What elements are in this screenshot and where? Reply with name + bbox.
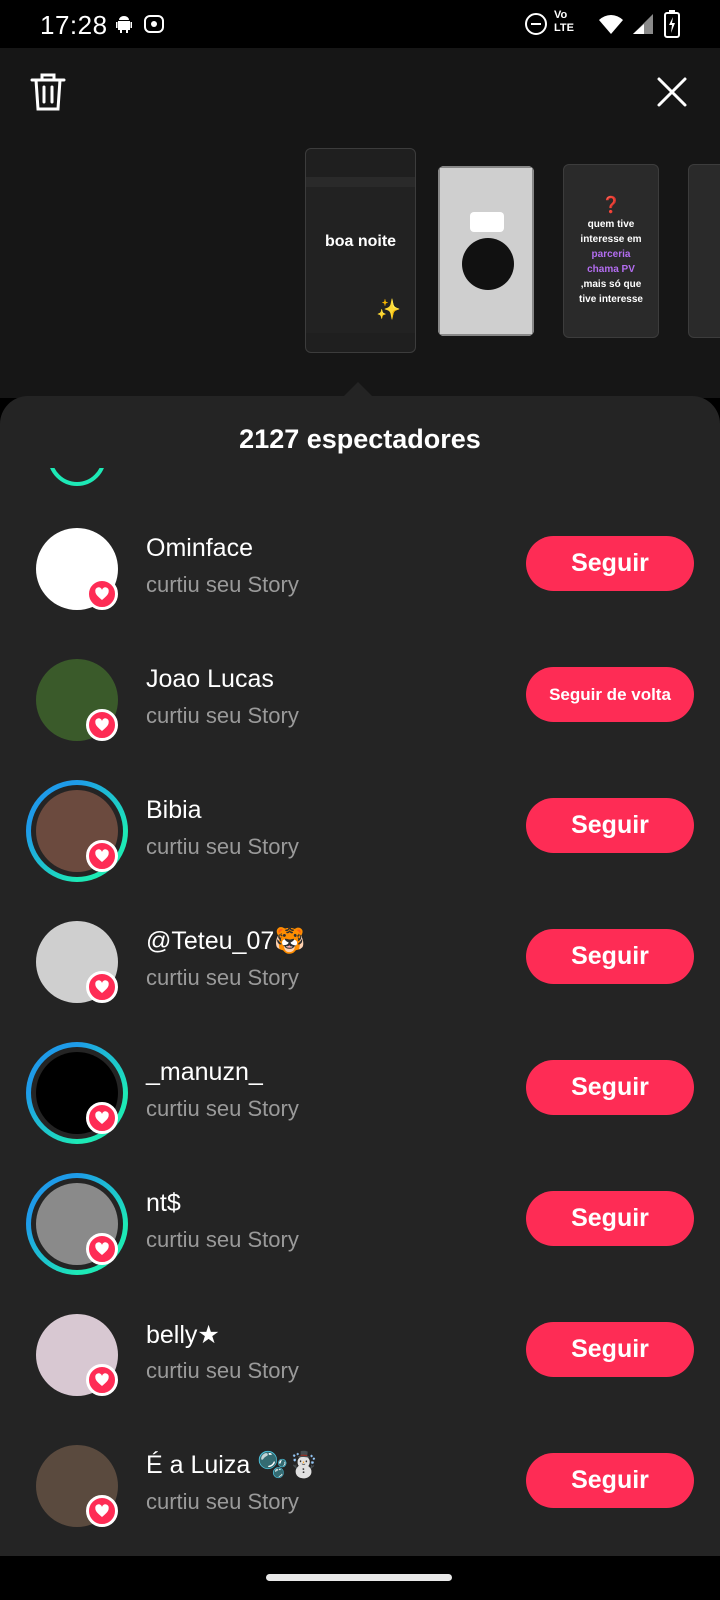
avatar-container[interactable] [26, 1042, 128, 1144]
viewer-row[interactable]: Bibia curtiu seu Story Seguir [0, 780, 720, 913]
follow-button[interactable]: Seguir [526, 929, 694, 984]
viewer-activity: curtiu seu Story [146, 703, 299, 728]
battery-icon [664, 10, 680, 38]
android-icon [116, 16, 132, 33]
viewer-name[interactable]: Ominface [146, 534, 253, 563]
profile-silhouette-icon [462, 238, 514, 290]
heart-icon [86, 971, 118, 1003]
follow-button[interactable]: Seguir [526, 1322, 694, 1377]
story-thumbnail-1[interactable]: boa noite ✨ [305, 148, 416, 353]
viewer-name[interactable]: Joao Lucas [146, 665, 274, 694]
viewer-row[interactable]: Ominface curtiu seu Story Seguir [0, 520, 720, 651]
sparkle-icon: ✨ [376, 299, 401, 321]
story-line: chama PV [587, 264, 635, 275]
viewer-name[interactable]: Bibia [146, 796, 202, 825]
volte-icon: Vo LTE [554, 9, 590, 39]
volte-bottom-text: LTE [554, 22, 574, 34]
status-time: 17:28 [40, 10, 108, 40]
navigation-bar [0, 1556, 720, 1600]
volte-top-text: Vo [554, 9, 568, 21]
status-bar: 17:28 Vo LTE [0, 0, 720, 48]
viewer-row[interactable]: _manuzn_curtiu seu Story Seguir [0, 1042, 720, 1175]
story-line: tive interesse [579, 294, 643, 305]
close-icon[interactable] [656, 76, 688, 108]
avatar-container[interactable] [36, 921, 118, 1003]
viewer-row[interactable]: belly★ curtiu seu Story Seguir [0, 1306, 720, 1437]
story-line: parceria [591, 249, 631, 260]
viewer-activity: curtiu seu Story [146, 1358, 299, 1383]
viewer-row[interactable]: @Teteu_07🐯curtiu seu Story Seguir [0, 913, 720, 1044]
heart-icon [86, 578, 118, 610]
viewer-name[interactable]: belly★ [146, 1320, 220, 1350]
selected-story-pointer [344, 382, 372, 396]
follow-button[interactable]: Seguir [526, 1060, 694, 1115]
viewer-name[interactable]: @Teteu_07🐯 [146, 927, 305, 956]
follow-button[interactable]: Seguir [526, 798, 694, 853]
story-line: quem tive [587, 219, 635, 230]
viewers-sheet: 2127 espectadores Ominface curtiu seu Sto… [0, 396, 720, 1556]
viewer-activity: curtiu seu Story [146, 1096, 299, 1121]
avatar-container[interactable] [36, 1445, 118, 1527]
heart-icon [86, 1364, 118, 1396]
story-thumbnail-3[interactable]: ❓ quem tive interesse em parceria chama … [563, 164, 659, 338]
cast-icon [144, 15, 164, 33]
avatar-container[interactable] [26, 1173, 128, 1275]
story-thumbnail-text: boa noite [324, 233, 397, 250]
viewers-count-title: 2127 espectadores [239, 424, 481, 454]
viewer-activity: curtiu seu Story [146, 1489, 299, 1514]
signal-icon [633, 14, 653, 34]
viewer-name[interactable]: É a Luiza 🫧☃️ [146, 1451, 319, 1480]
story-thumbnail-2[interactable] [438, 166, 534, 336]
heart-icon [86, 840, 118, 872]
viewer-row[interactable]: Joao Lucas curtiu seu Story Seguir de volt… [0, 651, 720, 782]
viewer-activity: curtiu seu Story [146, 965, 299, 990]
trash-icon[interactable] [30, 72, 66, 112]
avatar-container[interactable] [36, 1314, 118, 1396]
viewer-row[interactable]: É a Luiza 🫧☃️ curtiu seu Story Seguir [0, 1437, 720, 1568]
story-thumbnail-image [438, 166, 534, 336]
wifi-icon [599, 15, 623, 34]
partial-avatar-ring [48, 468, 106, 488]
heart-icon [86, 1495, 118, 1527]
heart-icon [86, 709, 118, 741]
question-mark-icon: ❓ [601, 197, 621, 214]
follow-button[interactable]: Seguir [526, 1453, 694, 1508]
viewer-name[interactable]: _manuzn_ [146, 1058, 263, 1087]
story-line: interesse em [580, 234, 642, 245]
dnd-icon [525, 13, 547, 35]
heart-icon [86, 1233, 118, 1265]
story-thumbnail-header [306, 177, 415, 187]
story-line: ,mais só que [580, 279, 642, 290]
viewer-row[interactable]: nt$ curtiu seu Story Seguir [0, 1173, 720, 1306]
speech-bubble-icon [470, 212, 504, 232]
viewer-name[interactable]: nt$ [146, 1189, 181, 1218]
viewer-activity: curtiu seu Story [146, 834, 299, 859]
story-thumbnail-4[interactable] [688, 164, 720, 338]
avatar-container[interactable] [36, 659, 118, 741]
follow-back-button[interactable]: Seguir de volta [526, 667, 694, 722]
follow-button[interactable]: Seguir [526, 536, 694, 591]
avatar-container[interactable] [26, 780, 128, 882]
avatar-container[interactable] [36, 528, 118, 610]
viewer-activity: curtiu seu Story [146, 1227, 299, 1252]
heart-icon [86, 1102, 118, 1134]
viewer-activity: curtiu seu Story [146, 572, 299, 597]
follow-button[interactable]: Seguir [526, 1191, 694, 1246]
home-gesture-handle[interactable] [266, 1574, 452, 1581]
